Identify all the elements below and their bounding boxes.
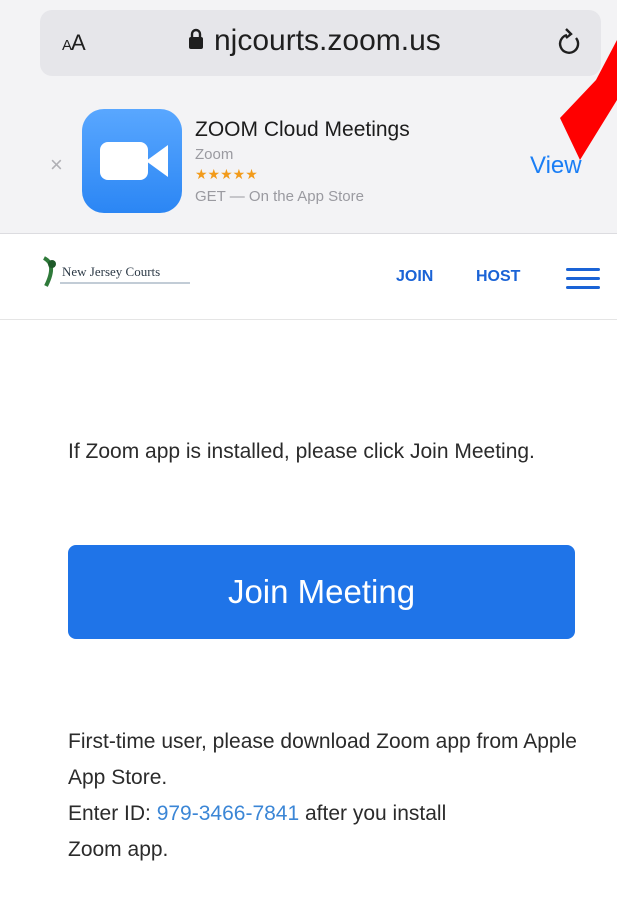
nav-host-link[interactable]: HOST bbox=[476, 268, 520, 286]
address-bar[interactable]: AA njcourts.zoom.us bbox=[40, 10, 601, 76]
join-meeting-button[interactable]: Join Meeting bbox=[68, 545, 575, 639]
logo-emblem-icon bbox=[42, 256, 56, 287]
text-size-button[interactable]: AA bbox=[62, 30, 86, 56]
first-time-instructions: First-time user, please download Zoom ap… bbox=[68, 724, 588, 868]
url-display[interactable]: njcourts.zoom.us bbox=[188, 24, 441, 58]
close-banner-button[interactable]: × bbox=[50, 152, 63, 178]
red-arrow-annotation bbox=[560, 40, 617, 160]
url-text: njcourts.zoom.us bbox=[214, 24, 441, 57]
zoom-app-icon[interactable] bbox=[82, 109, 182, 213]
meeting-id-link[interactable]: 979-3466-7841 bbox=[157, 802, 299, 825]
app-developer: Zoom bbox=[195, 146, 234, 163]
trailing-text: Zoom app. bbox=[68, 838, 169, 861]
download-instruction: First-time user, please download Zoom ap… bbox=[68, 730, 577, 789]
join-instruction: If Zoom app is installed, please click J… bbox=[68, 440, 535, 463]
menu-icon[interactable] bbox=[566, 268, 600, 289]
site-header: New Jersey Courts JOIN HOST bbox=[0, 234, 617, 320]
app-title: ZOOM Cloud Meetings bbox=[195, 118, 410, 141]
nav-join-link[interactable]: JOIN bbox=[396, 268, 433, 286]
logo-tagline bbox=[60, 282, 190, 284]
app-store-banner: × ZOOM Cloud Meetings Zoom ★★★★★ GET — O… bbox=[0, 96, 617, 234]
lock-icon bbox=[189, 28, 203, 49]
app-rating-stars: ★★★★★ bbox=[195, 166, 258, 182]
browser-toolbar: AA njcourts.zoom.us bbox=[0, 0, 617, 96]
app-get-text: GET — On the App Store bbox=[195, 188, 364, 205]
logo-text: New Jersey Courts bbox=[62, 264, 161, 279]
enter-id-suffix: after you install bbox=[299, 802, 447, 825]
enter-id-prefix: Enter ID: bbox=[68, 802, 157, 825]
